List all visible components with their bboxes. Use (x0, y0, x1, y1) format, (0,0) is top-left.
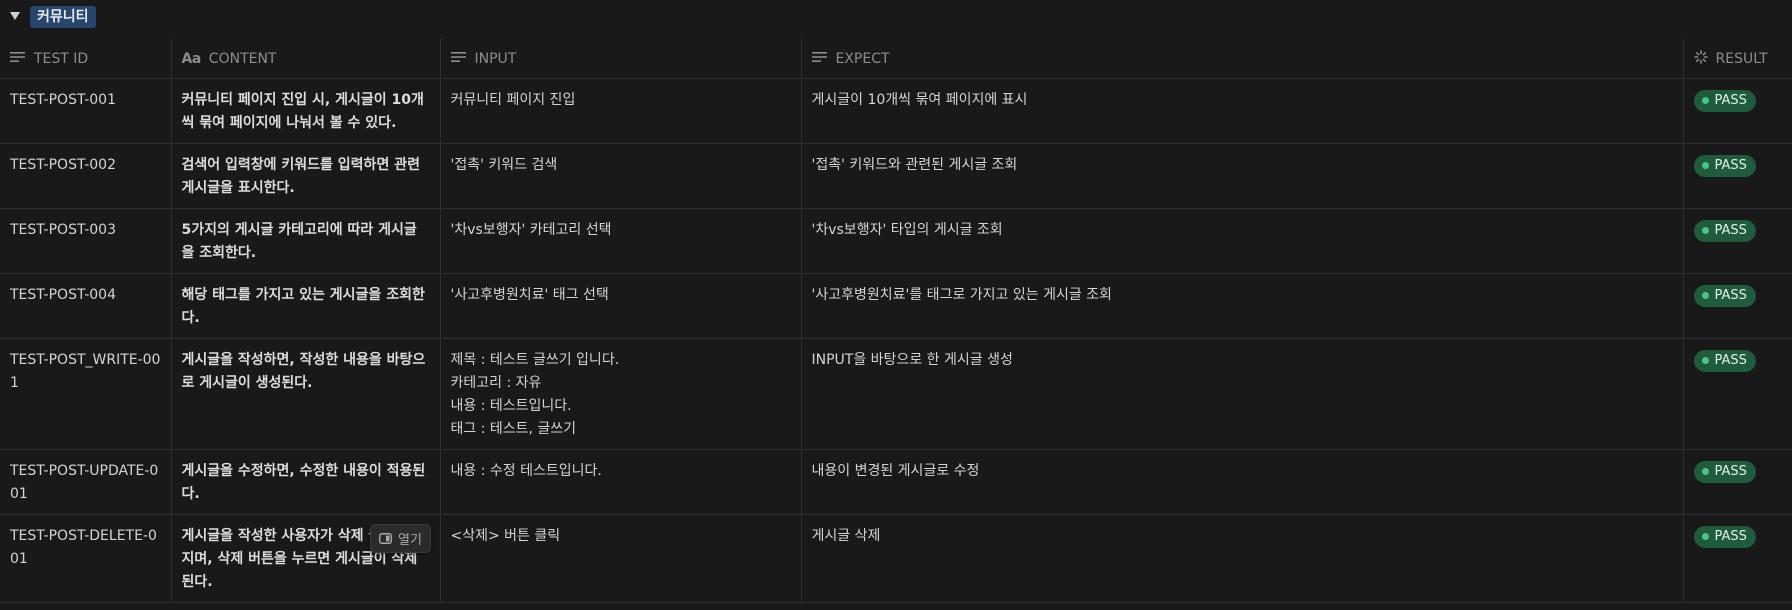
cell-content[interactable]: 게시글을 작성하면, 작성한 내용을 바탕으로 게시글이 생성된다. (171, 338, 441, 450)
status-dot-icon (1701, 292, 1709, 299)
column-header-input[interactable]: INPUT (440, 39, 802, 79)
status-label: PASS (1714, 92, 1747, 108)
cell-expect[interactable]: 게시글 삭제 (801, 514, 1684, 603)
status-label: PASS (1714, 222, 1747, 238)
table-row[interactable]: TEST-POST-003 5가지의 게시글 카테고리에 따라 게시글을 조회한다… (0, 208, 1792, 274)
cell-content[interactable]: 게시글을 수정하면, 수정한 내용이 적용된다. (171, 449, 441, 515)
cell-input[interactable]: '접촉' 키워드 검색 (440, 143, 802, 209)
cell-input[interactable]: '차vs보행자' 카테고리 선택 (440, 208, 802, 274)
status-label: PASS (1714, 157, 1747, 173)
cell-content[interactable]: 5가지의 게시글 카테고리에 따라 게시글을 조회한다. (171, 208, 441, 274)
cell-test-id[interactable]: TEST-POST-003 (0, 208, 172, 274)
cell-result[interactable]: PASS (1683, 208, 1792, 274)
table-header-row: TEST ID Aa CONTENT INPUT EXPECT RESULT (0, 39, 1792, 79)
status-dot-icon (1701, 468, 1709, 475)
cell-test-id[interactable]: TEST-POST-004 (0, 273, 172, 339)
input-line: 커뮤니티 페이지 진입 (450, 92, 576, 108)
test-case-table: TEST ID Aa CONTENT INPUT EXPECT RESULT T… (0, 39, 1792, 603)
cell-input[interactable]: '사고후병원치료' 태그 선택 (440, 273, 802, 339)
status-badge: PASS (1693, 154, 1756, 177)
status-badge: PASS (1693, 460, 1756, 483)
table-row[interactable]: TEST-POST-001 커뮤니티 페이지 진입 시, 게시글이 10개씩 묶여… (0, 78, 1792, 144)
table-row[interactable]: TEST-POST-DELETE-001 게시글을 작성한 사용자가 삭제 권한을… (0, 514, 1792, 603)
status-badge: PASS (1693, 525, 1756, 548)
status-label: PASS (1714, 352, 1747, 368)
column-header-expect[interactable]: EXPECT (801, 39, 1684, 79)
table-row[interactable]: TEST-POST-002 검색어 입력창에 키워드를 입력하면 관련 게시글을 … (0, 143, 1792, 209)
cell-test-id[interactable]: TEST-POST-001 (0, 78, 172, 144)
open-panel-icon (379, 533, 392, 544)
input-line: 제목 : 테스트 글쓰기 입니다. (450, 352, 620, 368)
group-title-badge[interactable]: 커뮤니티 (30, 6, 96, 28)
cell-input[interactable]: 제목 : 테스트 글쓰기 입니다. 카테고리 : 자유내용 : 테스트입니다. 태그… (440, 338, 802, 450)
cell-result[interactable]: PASS (1683, 449, 1792, 515)
status-label: PASS (1714, 463, 1747, 479)
cell-result[interactable]: PASS (1683, 514, 1792, 603)
cell-content[interactable]: 검색어 입력창에 키워드를 입력하면 관련 게시글을 표시한다. (171, 143, 441, 209)
cell-expect[interactable]: 내용이 변경된 게시글로 수정 (801, 449, 1684, 515)
table-row[interactable]: TEST-POST_WRITE-001 게시글을 작성하면, 작성한 내용을 바탕… (0, 338, 1792, 450)
cell-expect[interactable]: '사고후병원치료'를 태그로 가지고 있는 게시글 조회 (801, 273, 1684, 339)
cell-input[interactable]: 내용 : 수정 테스트입니다. (440, 449, 802, 515)
cell-content[interactable]: 커뮤니티 페이지 진입 시, 게시글이 10개씩 묶여 페이지에 나눠서 볼 수… (171, 78, 441, 144)
status-dot-icon (1701, 97, 1709, 104)
cell-result[interactable]: PASS (1683, 273, 1792, 339)
cell-content[interactable]: 해당 태그를 가지고 있는 게시글을 조회한다. (171, 273, 441, 339)
text-property-icon (10, 51, 26, 67)
open-page-button[interactable]: 열기 (370, 524, 431, 553)
status-dot-icon (1701, 227, 1709, 234)
database-table-view: 커뮤니티 TEST ID Aa CONTENT INPUT EXPECT RES… (0, 0, 1792, 610)
cell-test-id[interactable]: TEST-POST-DELETE-001 (0, 514, 172, 603)
input-line: 태그 : 테스트, 글쓰기 (450, 421, 577, 437)
column-header-content[interactable]: Aa CONTENT (171, 39, 441, 79)
input-line: 내용 : 수정 테스트입니다. (450, 463, 602, 479)
cell-result[interactable]: PASS (1683, 338, 1792, 450)
input-line: '차vs보행자' 카테고리 선택 (450, 222, 612, 238)
status-badge: PASS (1693, 284, 1756, 307)
table-row[interactable]: TEST-POST-004 해당 태그를 가지고 있는 게시글을 조회한다. '사고… (0, 273, 1792, 339)
cell-expect[interactable]: 게시글이 10개씩 묶여 페이지에 표시 (801, 78, 1684, 144)
cell-expect[interactable]: '차vs보행자' 타입의 게시글 조회 (801, 208, 1684, 274)
status-dot-icon (1701, 533, 1709, 540)
table-row[interactable]: TEST-POST-UPDATE-001 게시글을 수정하면, 수정한 내용이 적… (0, 449, 1792, 515)
column-header-test-id[interactable]: TEST ID (0, 39, 172, 79)
status-label: PASS (1714, 287, 1747, 303)
status-dot-icon (1701, 357, 1709, 364)
cell-result[interactable]: PASS (1683, 143, 1792, 209)
input-line: 카테고리 : 자유 (450, 375, 542, 391)
cell-test-id[interactable]: TEST-POST_WRITE-001 (0, 338, 172, 450)
status-property-icon (1693, 49, 1708, 68)
column-header-result[interactable]: RESULT (1683, 39, 1792, 79)
input-line: '접촉' 키워드 검색 (450, 157, 558, 173)
collapse-toggle-icon[interactable] (8, 9, 22, 23)
text-property-icon (811, 51, 828, 67)
text-property-icon (450, 51, 467, 67)
input-line: 내용 : 테스트입니다. (450, 398, 572, 414)
cell-test-id[interactable]: TEST-POST-UPDATE-001 (0, 449, 172, 515)
cell-input[interactable]: 커뮤니티 페이지 진입 (440, 78, 802, 144)
input-line: '사고후병원치료' 태그 선택 (450, 287, 609, 303)
status-dot-icon (1701, 162, 1709, 169)
status-badge: PASS (1693, 89, 1756, 112)
status-badge: PASS (1693, 349, 1756, 372)
group-header: 커뮤니티 (0, 0, 1792, 34)
title-property-icon: Aa (181, 50, 202, 67)
cell-expect[interactable]: '접촉' 키워드와 관련된 게시글 조회 (801, 143, 1684, 209)
cell-expect[interactable]: INPUT을 바탕으로 한 게시글 생성 (801, 338, 1684, 450)
open-button-label: 열기 (398, 533, 422, 548)
status-label: PASS (1714, 528, 1747, 544)
input-line: <삭제> 버튼 클릭 (450, 528, 561, 544)
cell-result[interactable]: PASS (1683, 78, 1792, 144)
cell-input[interactable]: <삭제> 버튼 클릭 (440, 514, 802, 603)
status-badge: PASS (1693, 219, 1756, 242)
cell-test-id[interactable]: TEST-POST-002 (0, 143, 172, 209)
